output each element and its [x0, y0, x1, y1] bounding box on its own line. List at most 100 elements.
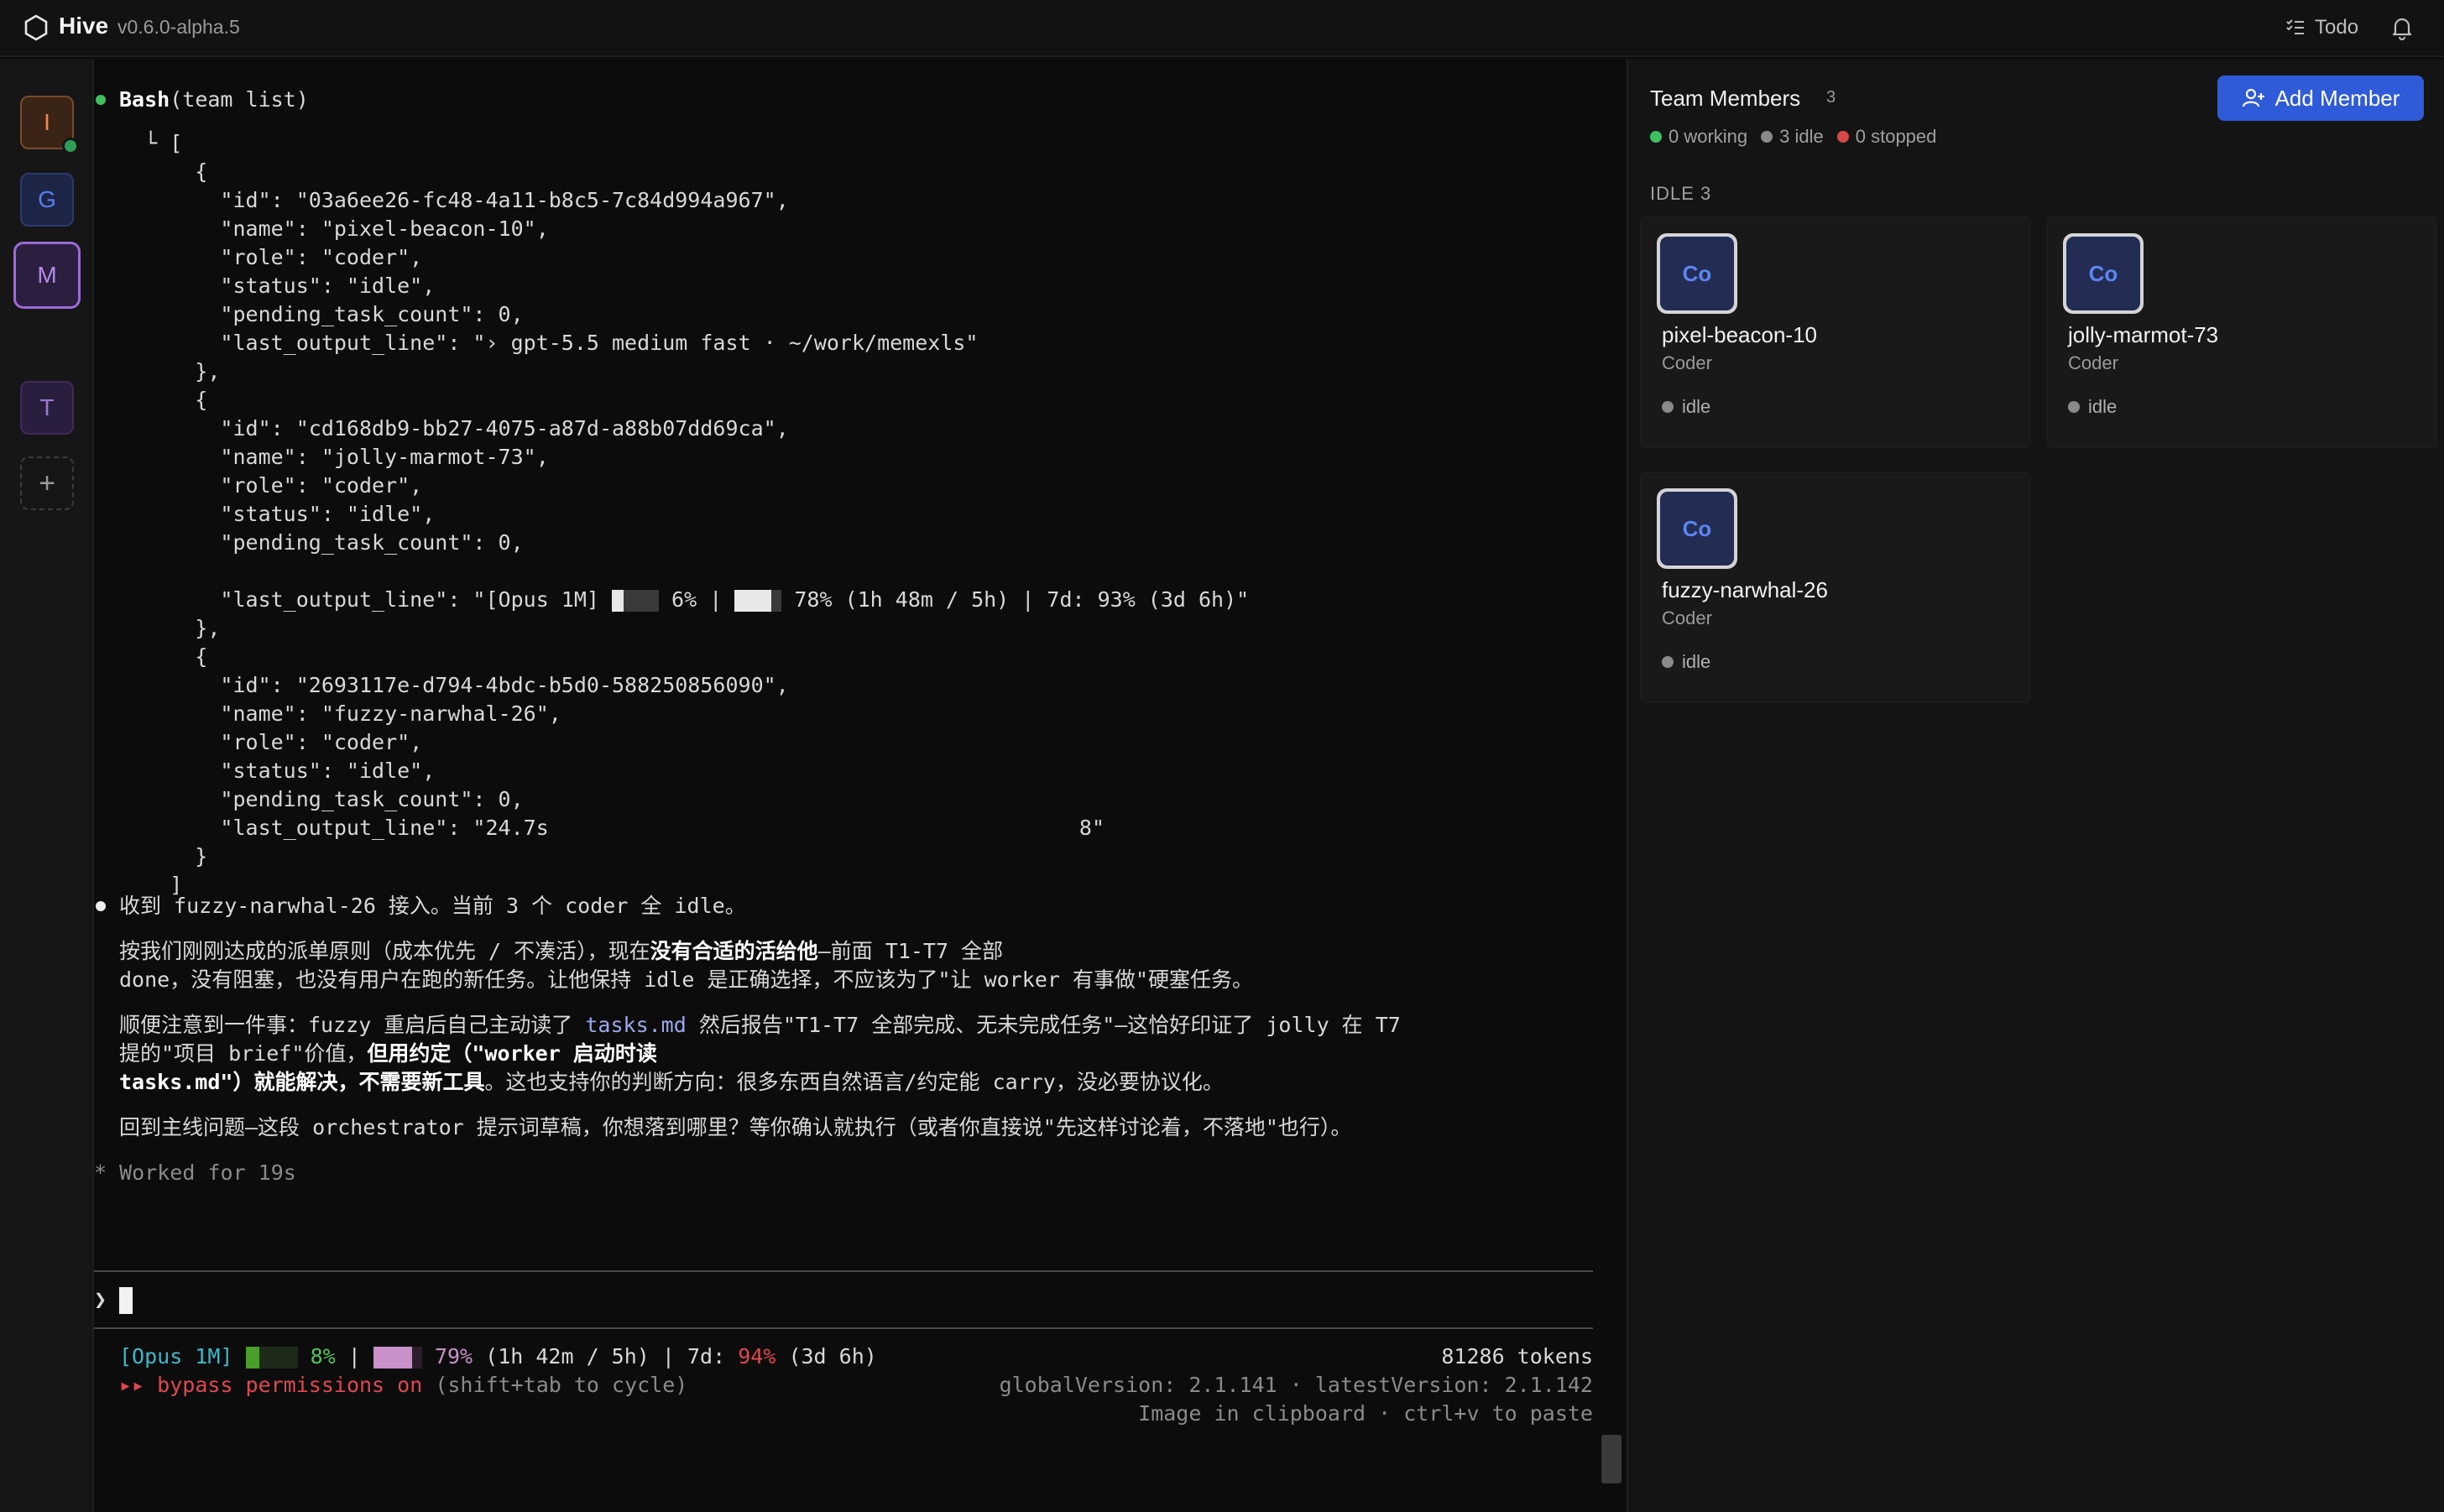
working-status: 0 working [1650, 126, 1747, 148]
bypass-line[interactable]: ▸▸ bypass permissions on (shift+tab to c… [119, 1371, 687, 1400]
bold-text: 但用约定（"worker 启动时读 [367, 1041, 657, 1066]
member-role: Coder [2068, 352, 2118, 373]
usage-window: (1h 42m / 5h) | 7d: [485, 1344, 726, 1369]
tool-call-line: Bash(team list) [119, 86, 309, 114]
idle-count: 3 idle [1779, 126, 1824, 147]
online-indicator [62, 138, 79, 154]
text: 按我们刚刚达成的派单原则（成本优先 / 不凑活），现在 [119, 939, 650, 963]
idle-dot-icon [2068, 401, 2080, 413]
add-member-button[interactable]: Add Member [2217, 76, 2424, 121]
json-line: }, [119, 359, 221, 383]
message-bullet-icon [96, 901, 106, 911]
prompt-line[interactable]: ❯ [94, 1285, 133, 1314]
version-info: globalVersion: 2.1.141 · latestVersion: … [999, 1373, 1593, 1397]
text: 。这也支持你的判断方向：很多东西自然语言/约定能 carry，没必要协议化。 [484, 1070, 1224, 1094]
bypass-hint: (shift+tab to cycle) [435, 1373, 688, 1397]
avatar-initials: Co [2066, 237, 2140, 310]
member-avatar: Co [2063, 233, 2144, 314]
workspace-t[interactable]: T [20, 381, 74, 435]
clipboard-hint: Image in clipboard · ctrl+v to paste [1138, 1401, 1593, 1426]
json-line: "id": "03a6ee26-fc48-4a11-b8c5-7c84d994a… [119, 188, 789, 212]
working-count: 0 working [1668, 126, 1748, 147]
member-card[interactable]: Co jolly-marmot-73 Coder idle [2046, 216, 2437, 448]
member-card[interactable]: Co fuzzy-narwhal-26 Coder idle [1640, 472, 2031, 703]
json-line: "pending_task_count": 0, [119, 302, 524, 326]
workspace-g[interactable]: G [20, 173, 74, 227]
paragraph-line: 提的"项目 brief"价值，但用约定（"worker 启动时读 [119, 1040, 657, 1068]
model-label: [Opus 1M] [119, 1344, 233, 1369]
usage-bar-empty [771, 590, 782, 612]
todo-button[interactable]: Todo [2285, 13, 2358, 42]
json-text: "last_output_line": "[Opus 1M] [119, 587, 612, 612]
workspace-i[interactable]: I [20, 96, 79, 154]
status-summary: 0 working 3 idle 0 stopped [1650, 126, 1936, 148]
usage-percent: 79% [434, 1344, 473, 1369]
text-cursor [119, 1287, 133, 1314]
add-workspace-button[interactable]: + [20, 456, 74, 510]
bypass-arrows-icon: ▸▸ [119, 1373, 145, 1397]
member-status-label: idle [1682, 396, 1711, 417]
prompt-divider-top [94, 1270, 1593, 1272]
member-name: fuzzy-narwhal-26 [1662, 577, 1828, 602]
message-line: 收到 fuzzy-narwhal-26 接入。当前 3 个 coder 全 id… [119, 894, 746, 918]
json-line: └ [ [119, 131, 183, 155]
paragraph-line: 顺便注意到一件事：fuzzy 重启后自己主动读了 tasks.md 然后报告"T… [119, 1011, 1401, 1040]
json-line: { [119, 644, 208, 669]
tool-args: (team list) [170, 87, 309, 112]
bold-text: tasks.md"）就能解决，不需要新工具 [119, 1070, 485, 1094]
hive-logo-icon [24, 14, 48, 41]
bell-icon[interactable] [2388, 13, 2416, 42]
stopped-status: 0 stopped [1836, 126, 1936, 148]
terminal[interactable]: Bash(team list) └ [ { "id": "03a6ee26-fc… [94, 59, 1627, 1512]
json-line: "last_output_line": "[Opus 1M] 6% | 78% … [119, 586, 1249, 614]
avatar-initials: Co [1660, 237, 1734, 310]
json-line: "name": "pixel-beacon-10", [119, 216, 549, 241]
avatar-initials: Co [1660, 492, 1734, 566]
workspace-rail: I G M T + [0, 59, 94, 1512]
member-role: Coder [1662, 607, 1712, 628]
member-status-label: idle [2088, 396, 2118, 417]
json-line: } [119, 844, 208, 868]
top-bar: Hive v0.6.0-alpha.5 Todo [0, 0, 2444, 57]
member-role: Coder [1662, 352, 1712, 373]
workspace-m[interactable]: M [13, 242, 81, 309]
scrollbar-thumb[interactable] [1601, 1435, 1622, 1483]
worked-time: * Worked for 19s [94, 1160, 296, 1185]
file-link[interactable]: tasks.md [585, 1013, 686, 1037]
checklist-icon [2286, 19, 2304, 34]
add-member-label: Add Member [2274, 85, 2400, 111]
paragraph-line: done，没有阻塞，也没有用户在跑的新任务。让他保持 idle 是正确选择，不应… [119, 967, 1254, 992]
json-line: "name": "jolly-marmot-73", [119, 445, 549, 469]
member-card[interactable]: Co pixel-beacon-10 Coder idle [1640, 216, 2031, 448]
idle-section-label: IDLE 3 [1650, 183, 1712, 204]
idle-dot-icon [1761, 131, 1773, 143]
paragraph-line: tasks.md"）就能解决，不需要新工具。这也支持你的判断方向：很多东西自然语… [119, 1068, 1224, 1097]
usage-bar-empty [411, 1347, 422, 1369]
workspace-letter: G [38, 186, 56, 212]
json-line: "role": "coder", [119, 730, 423, 754]
json-line: "name": "fuzzy-narwhal-26", [119, 701, 561, 726]
idle-dot-icon [1662, 401, 1674, 413]
json-line: { [119, 388, 208, 412]
prompt-divider-bottom [94, 1327, 1593, 1329]
todo-label: Todo [2315, 16, 2359, 39]
json-line: "last_output_line": "24.7s 8" [119, 816, 1104, 840]
token-count: 81286 tokens [1441, 1344, 1593, 1369]
usage-bar-fill [612, 590, 624, 612]
usage-bar-empty [624, 590, 659, 612]
member-status: idle [1662, 396, 1710, 418]
workspace-letter: M [37, 262, 57, 288]
tool-bullet-icon [96, 95, 106, 105]
plus-icon: + [39, 467, 55, 499]
weekly-percent: 94% [738, 1344, 776, 1369]
app-name: Hive [59, 13, 109, 39]
prompt-symbol: ❯ [94, 1287, 107, 1311]
json-line: "id": "2693117e-d794-4bdc-b5d0-588250856… [119, 673, 789, 697]
workspace-letter: T [39, 394, 55, 420]
stopped-dot-icon [1836, 131, 1849, 143]
json-line: "pending_task_count": 0, [119, 787, 524, 811]
json-line: }, [119, 616, 221, 640]
text: 然后报告"T1-T7 全部完成、无未完成任务"—这恰好印证了 jolly 在 T… [686, 1013, 1401, 1037]
json-line: "role": "coder", [119, 473, 423, 498]
bold-text: 没有合适的活给他 [650, 939, 818, 963]
